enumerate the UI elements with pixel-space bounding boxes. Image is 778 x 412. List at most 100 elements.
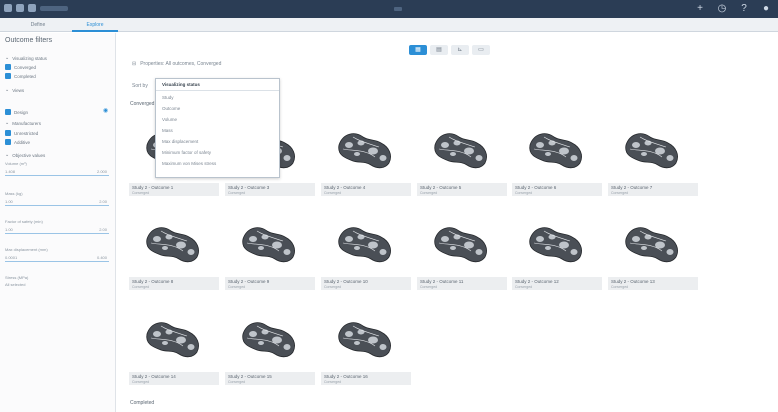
- range-max-value: 2.000: [96, 169, 107, 174]
- outcome-card[interactable]: Study 2 - Outcome 9 Converged: [225, 209, 315, 291]
- table-view-button[interactable]: ▤: [430, 45, 448, 55]
- outcome-card[interactable]: Study 2 - Outcome 11 Converged: [417, 209, 507, 291]
- section-label: Views: [12, 87, 25, 93]
- outcome-thumbnail[interactable]: [512, 209, 602, 277]
- sort-option-study[interactable]: Study: [162, 95, 174, 100]
- user-icon[interactable]: ●: [760, 3, 772, 15]
- outcome-title: Study 2 - Outcome 4: [324, 185, 366, 190]
- outcome-card[interactable]: Study 2 - Outcome 15 Converged: [225, 304, 315, 386]
- factor-of-safety-range-slider[interactable]: 1.00 2.00: [5, 225, 109, 234]
- outcome-status: Converged: [132, 284, 150, 289]
- sort-option-mass[interactable]: Mass: [162, 128, 173, 133]
- checkbox-checked-icon[interactable]: [5, 130, 11, 136]
- outcome-thumbnail[interactable]: [225, 209, 315, 277]
- tab-define[interactable]: Define: [18, 19, 58, 32]
- outcome-thumbnail[interactable]: [321, 115, 411, 183]
- outcome-title: Study 2 - Outcome 14: [132, 374, 176, 379]
- outcome-thumbnail[interactable]: [417, 209, 507, 277]
- filter-completed[interactable]: Completed: [5, 73, 36, 79]
- outcome-title: Study 2 - Outcome 1: [132, 185, 174, 190]
- sort-option-factor-of-safety[interactable]: Minimum factor of safety: [162, 150, 211, 155]
- section-views[interactable]: ⌄ Views: [5, 87, 24, 93]
- help-icon[interactable]: ?: [738, 3, 750, 15]
- outcome-card[interactable]: Study 2 - Outcome 13 Converged: [608, 209, 698, 291]
- title-bar: + ◷ ? ●: [0, 0, 778, 18]
- outcome-thumbnail[interactable]: [321, 209, 411, 277]
- outcome-card[interactable]: Study 2 - Outcome 5 Converged: [417, 115, 507, 197]
- job-status-icon[interactable]: ◷: [716, 3, 728, 15]
- sort-option-von-mises-stress[interactable]: Maximum von Mises stress: [162, 161, 216, 166]
- filter-unrestricted[interactable]: Unrestricted: [5, 130, 38, 136]
- outcome-thumbnail[interactable]: [512, 115, 602, 183]
- outcome-caption: Study 2 - Outcome 9 Converged: [225, 277, 315, 290]
- filter-summary[interactable]: ⊟ Properties: All outcomes, Converged: [132, 61, 221, 67]
- stress-filter-value[interactable]: All selected: [5, 282, 25, 287]
- outcome-thumbnail[interactable]: [321, 304, 411, 372]
- outcome-status: Converged: [324, 190, 342, 195]
- save-icon[interactable]: [16, 4, 24, 12]
- outcome-thumbnail[interactable]: [608, 209, 698, 277]
- sort-option-visualizing-status[interactable]: Visualizing status: [162, 82, 200, 87]
- chevron-down-icon: ⌄: [5, 87, 10, 93]
- outcome-status: Converged: [228, 284, 246, 289]
- outcome-card[interactable]: Study 2 - Outcome 12 Converged: [512, 209, 602, 291]
- grid-view-button[interactable]: ▦: [409, 45, 427, 55]
- outcome-card[interactable]: Study 2 - Outcome 16 Converged: [321, 304, 411, 386]
- outcome-thumbnail[interactable]: [417, 115, 507, 183]
- generative-design-thumbnail: [529, 227, 582, 263]
- section-manufacturers[interactable]: ⌄ Manufacturers: [5, 120, 41, 126]
- mass-range-slider[interactable]: 1.00 2.00: [5, 197, 109, 206]
- app-menu-icon[interactable]: [4, 4, 12, 12]
- outcome-status: Converged: [132, 190, 150, 195]
- outcome-thumbnail[interactable]: [129, 209, 219, 277]
- checkbox-checked-icon[interactable]: [5, 109, 11, 115]
- outcome-title: Study 2 - Outcome 9: [228, 279, 270, 284]
- generative-design-thumbnail: [338, 133, 391, 169]
- section-objective-values[interactable]: ⌄ Objective values: [5, 152, 45, 158]
- volume-range-slider[interactable]: 1.408 2.000: [5, 167, 109, 176]
- tab-explore[interactable]: Explore: [72, 19, 118, 32]
- outcome-card[interactable]: Study 2 - Outcome 7 Converged: [608, 115, 698, 197]
- field-label: Factor of safety (min): [5, 219, 43, 224]
- outcome-card[interactable]: Study 2 - Outcome 10 Converged: [321, 209, 411, 291]
- sort-by-dropdown[interactable]: Visualizing status Study Outcome Volume …: [155, 78, 280, 178]
- visibility-icon[interactable]: ◉: [103, 107, 108, 114]
- outcome-card[interactable]: Study 2 - Outcome 14 Converged: [129, 304, 219, 386]
- add-icon[interactable]: +: [694, 3, 706, 15]
- chart-view-button[interactable]: ⊾: [451, 45, 469, 55]
- outcome-thumbnail[interactable]: [225, 304, 315, 372]
- undo-icon[interactable]: [28, 4, 36, 12]
- generative-design-thumbnail: [146, 322, 199, 358]
- outcome-status: Converged: [420, 284, 438, 289]
- outcome-status: Converged: [515, 284, 533, 289]
- outcome-title: Study 2 - Outcome 6: [515, 185, 557, 190]
- checkbox-checked-icon[interactable]: [5, 73, 11, 79]
- outcome-caption: Study 2 - Outcome 16 Converged: [321, 372, 411, 385]
- sort-option-outcome[interactable]: Outcome: [162, 106, 180, 111]
- group-header-converged: Converged: [130, 101, 155, 107]
- filter-label: Additive: [14, 139, 31, 145]
- checkbox-checked-icon[interactable]: [5, 64, 11, 70]
- outcome-thumbnail[interactable]: [608, 115, 698, 183]
- list-view-button[interactable]: ▭: [472, 45, 490, 55]
- outcome-title: Study 2 - Outcome 8: [132, 279, 174, 284]
- outcome-caption: Study 2 - Outcome 5 Converged: [417, 183, 507, 196]
- outcome-caption: Study 2 - Outcome 13 Converged: [608, 277, 698, 290]
- filter-label: Converged: [14, 64, 37, 70]
- chevron-down-icon: ⌄: [5, 120, 10, 126]
- outcome-title: Study 2 - Outcome 12: [515, 279, 559, 284]
- filter-additive[interactable]: Additive: [5, 139, 30, 145]
- checkbox-checked-icon[interactable]: [5, 139, 11, 145]
- outcome-card[interactable]: Study 2 - Outcome 6 Converged: [512, 115, 602, 197]
- title-bar-left: [4, 4, 68, 12]
- outcome-thumbnail[interactable]: [129, 304, 219, 372]
- sort-option-volume[interactable]: Volume: [162, 117, 177, 122]
- displacement-range-slider[interactable]: 0.0001 0.400: [5, 253, 109, 262]
- outcome-status: Converged: [132, 379, 150, 384]
- filter-design[interactable]: Design: [5, 109, 28, 115]
- filter-converged[interactable]: Converged: [5, 64, 36, 70]
- outcome-card[interactable]: Study 2 - Outcome 8 Converged: [129, 209, 219, 291]
- outcome-card[interactable]: Study 2 - Outcome 4 Converged: [321, 115, 411, 197]
- section-visualizing-status[interactable]: ⌄ Visualizing status: [5, 55, 47, 61]
- sort-option-max-displacement[interactable]: Max displacement: [162, 139, 198, 144]
